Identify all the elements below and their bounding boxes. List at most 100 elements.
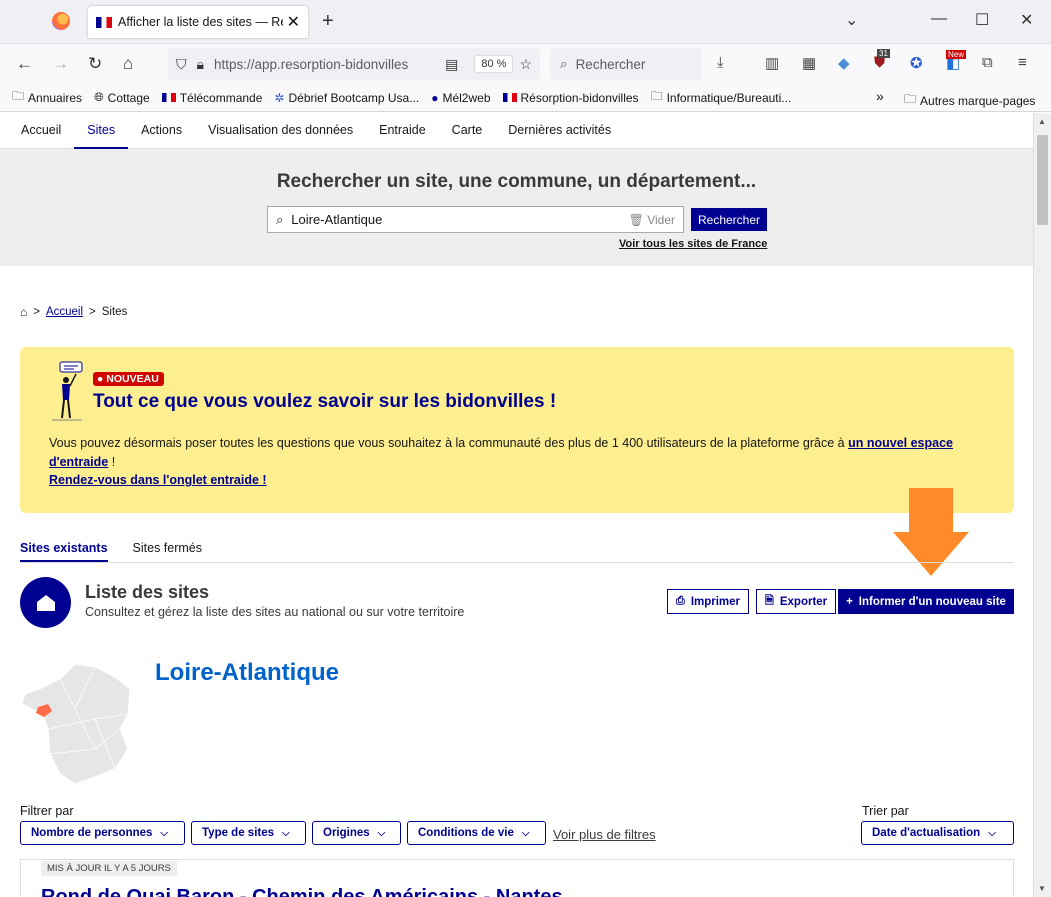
filter-conditions-vie[interactable]: Conditions de vie ⌵: [407, 821, 546, 845]
extension-diamond-icon[interactable]: ◆: [838, 54, 850, 72]
trash-icon: 🗑︎: [628, 212, 644, 227]
clear-search-button[interactable]: 🗑︎ Vider: [629, 213, 675, 227]
chevron-down-icon: ⌵: [521, 827, 530, 839]
chevron-down-icon: ⌵: [988, 827, 996, 839]
nav-sites[interactable]: Sites: [74, 113, 129, 149]
chevron-right-icon[interactable]: »: [876, 88, 884, 104]
close-window-icon[interactable]: ✕: [1020, 10, 1033, 30]
scroll-up-icon[interactable]: ▲: [1038, 117, 1046, 126]
reload-icon[interactable]: ↻: [88, 54, 102, 74]
page-scrollbar[interactable]: ▲ ▼: [1033, 113, 1051, 897]
url-bar[interactable]: ⛉ 🔒︎ https://app.resorption-bidonvilles …: [168, 48, 540, 80]
extensions-icon[interactable]: ⧉: [982, 54, 993, 71]
bookmark-annuaires[interactable]: 🗀︎ Annuaires: [12, 87, 82, 108]
tab-list-icon[interactable]: ⌄: [845, 10, 858, 30]
lock-icon[interactable]: 🔒︎: [197, 56, 204, 73]
territory-title: Loire-Atlantique: [155, 659, 339, 686]
site-card-title[interactable]: Rond de Quai Baron - Chemin des Américai…: [41, 886, 563, 897]
search-value[interactable]: Loire-Atlantique: [291, 212, 628, 227]
url-text[interactable]: https://app.resorption-bidonvilles: [214, 57, 445, 72]
france-map: [21, 663, 131, 785]
sort-select[interactable]: Date d'actualisation ⌵: [861, 821, 1014, 845]
home-icon[interactable]: ⌂: [20, 305, 27, 319]
back-icon[interactable]: ←: [16, 54, 33, 74]
nav-actions[interactable]: Actions: [128, 113, 195, 149]
scroll-down-icon[interactable]: ▼: [1038, 884, 1046, 893]
nav-visualisation[interactable]: Visualisation des données: [195, 113, 366, 149]
bookmark-informatique[interactable]: 🗀︎ Informatique/Bureauti...: [651, 87, 792, 108]
list-subtitle: Consultez et gérez la liste des sites au…: [85, 605, 465, 619]
qr-code-icon[interactable]: ▦: [802, 54, 816, 72]
site-nav: Accueil Sites Actions Visualisation des …: [0, 113, 1033, 149]
see-all-sites-link[interactable]: Voir tous les sites de France: [619, 238, 767, 250]
bookmark-debrief[interactable]: ✲ Débrief Bootcamp Usa...: [274, 91, 419, 105]
update-tag: MIS À JOUR IL Y A 5 JOURS: [41, 861, 177, 876]
home-icon[interactable]: ⌂: [123, 54, 133, 74]
scrollbar-thumb[interactable]: [1037, 135, 1048, 225]
bookmark-resorption[interactable]: Résorption-bidonvilles: [502, 91, 639, 105]
nav-activites[interactable]: Dernières activités: [495, 113, 624, 149]
chevron-down-icon: ⌵: [160, 827, 169, 839]
search-button[interactable]: Rechercher: [691, 208, 767, 231]
breadcrumb-separator: >: [89, 306, 96, 318]
filter-origines[interactable]: Origines ⌵: [312, 821, 401, 845]
plus-icon: +: [846, 595, 853, 608]
print-button[interactable]: ⎙ Imprimer: [667, 589, 750, 614]
breadcrumb: ⌂ > Accueil > Sites: [20, 305, 127, 319]
maximize-icon[interactable]: ☐: [975, 10, 989, 30]
search-section: Rechercher un site, une commune, un dépa…: [0, 149, 1033, 266]
tab-sites-existants[interactable]: Sites existants: [20, 541, 108, 562]
site-tabs: Sites existants Sites fermés: [20, 541, 227, 562]
flag-icon: [161, 93, 176, 102]
sort-label: Trier par: [862, 804, 909, 818]
nav-entraide[interactable]: Entraide: [366, 113, 439, 149]
breadcrumb-separator: >: [33, 306, 40, 318]
add-site-button[interactable]: + Informer d'un nouveau site: [838, 589, 1014, 614]
new-badge: ● NOUVEAU: [93, 372, 164, 386]
tabs-divider: [20, 562, 1014, 563]
bookmarks-bar: 🗀︎ Annuaires 🌐︎ Cottage Télécommande ✲ Débr…: [0, 84, 1051, 112]
browser-search-placeholder[interactable]: Rechercher: [576, 57, 646, 72]
search-icon: ⌕: [560, 56, 568, 71]
new-tab-icon[interactable]: +: [322, 10, 334, 33]
firefox-icon[interactable]: [52, 12, 70, 30]
bookmark-telecommande[interactable]: Télécommande: [161, 91, 262, 105]
house-icon: [20, 577, 71, 628]
gear-icon: ✲: [274, 90, 285, 105]
menu-icon[interactable]: ≡: [1018, 54, 1027, 71]
breadcrumb-home-link[interactable]: Accueil: [46, 306, 83, 318]
bookmark-star-icon[interactable]: ☆: [519, 56, 532, 73]
search-input[interactable]: ⌕ Loire-Atlantique 🗑︎ Vider: [267, 206, 684, 233]
more-filters-link[interactable]: Voir plus de filtres: [553, 827, 656, 842]
nav-carte[interactable]: Carte: [439, 113, 496, 149]
bookmark-cottage[interactable]: 🌐︎ Cottage: [94, 90, 150, 105]
shield-icon[interactable]: ⛉: [176, 56, 187, 73]
nav-accueil[interactable]: Accueil: [8, 113, 74, 149]
library-icon[interactable]: ▥: [765, 54, 779, 72]
other-bookmarks[interactable]: 🗀︎ Autres marque-pages: [904, 90, 1035, 111]
news-notice: ● NOUVEAU Tout ce que vous voulez savoir…: [20, 347, 1014, 513]
export-button[interactable]: 🗎︎ Exporter: [756, 589, 837, 614]
search-icon: ⌕: [276, 211, 284, 227]
browser-search[interactable]: ⌕ Rechercher: [550, 48, 702, 80]
new-badge: New: [946, 50, 967, 59]
info-icon: ●: [97, 373, 104, 385]
extension-badge: 31: [877, 49, 890, 58]
tab-sites-fermes[interactable]: Sites fermés: [133, 541, 202, 562]
filter-nombre-personnes[interactable]: Nombre de personnes ⌵: [20, 821, 185, 845]
site-card[interactable]: MIS À JOUR IL Y A 5 JOURS Rond de Quai B…: [20, 859, 1014, 897]
entraide-tab-link[interactable]: Rendez-vous dans l'onglet entraide !: [49, 473, 267, 487]
reader-view-icon[interactable]: ▤: [445, 56, 458, 73]
downloads-icon[interactable]: ⤓: [717, 54, 724, 71]
tab-title: Afficher la liste des sites — Résorption…: [118, 15, 283, 29]
close-tab-icon[interactable]: ✕: [287, 12, 300, 32]
filter-type-sites[interactable]: Type de sites ⌵: [191, 821, 306, 845]
extension-swirl-icon[interactable]: ✪: [910, 54, 923, 72]
chevron-down-icon: ⌵: [282, 827, 290, 839]
zoom-level[interactable]: 80 %: [474, 55, 514, 73]
forward-icon[interactable]: →: [52, 54, 69, 74]
browser-tab[interactable]: Afficher la liste des sites — Résorption…: [88, 6, 308, 38]
bookmark-mel2web[interactable]: ● Mél2web: [431, 91, 490, 105]
minimize-icon[interactable]: —: [931, 10, 947, 28]
notice-title: Tout ce que vous voulez savoir sur les b…: [93, 391, 557, 412]
